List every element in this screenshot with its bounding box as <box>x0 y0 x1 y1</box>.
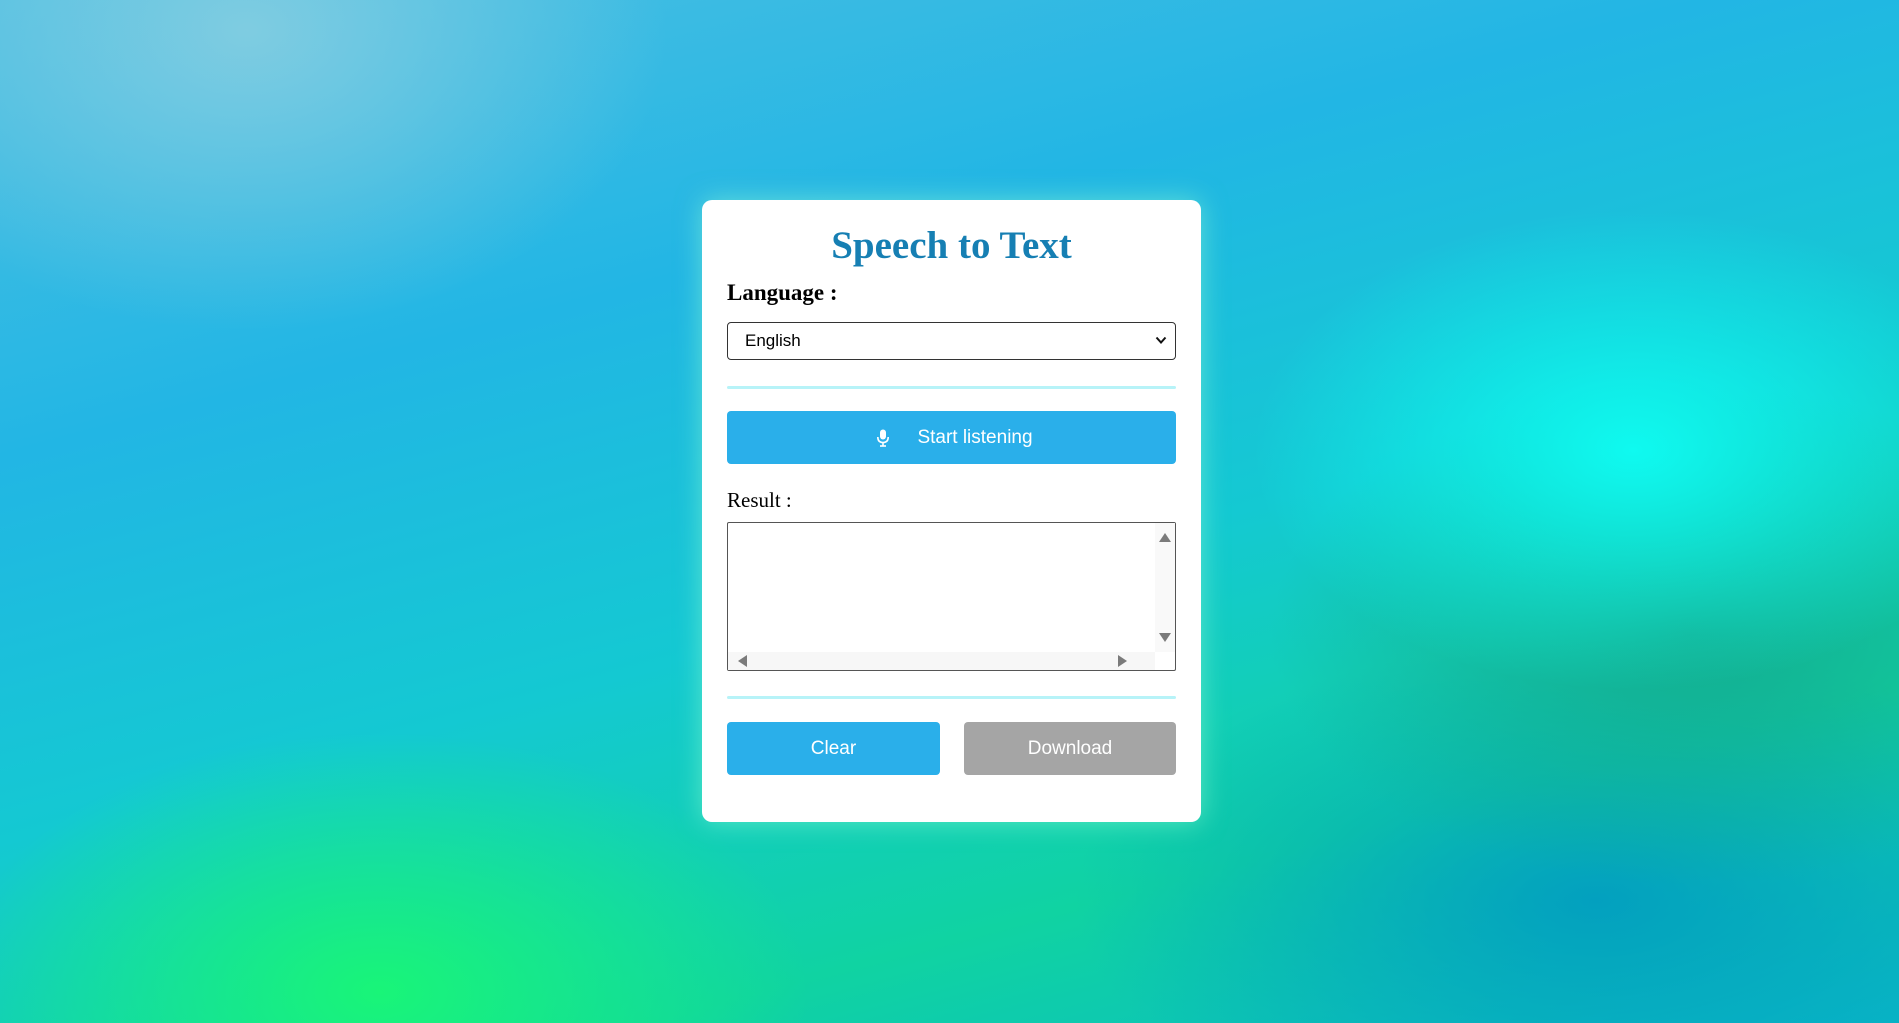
result-label: Result : <box>727 488 792 512</box>
microphone-icon <box>877 429 890 447</box>
chevron-down-icon <box>1155 336 1167 344</box>
scroll-up-arrow-icon[interactable] <box>1159 533 1171 542</box>
language-select-value: English <box>745 331 801 350</box>
speech-to-text-card: Speech to Text Language : English Start … <box>702 200 1201 822</box>
result-textarea[interactable] <box>727 522 1176 671</box>
scroll-down-arrow-icon[interactable] <box>1159 633 1171 642</box>
start-listening-label: Start listening <box>917 426 1033 448</box>
page-title: Speech to Text <box>831 224 1072 267</box>
vertical-scrollbar[interactable] <box>1155 523 1175 652</box>
action-buttons: Clear Download <box>727 722 1176 775</box>
clear-button[interactable]: Clear <box>727 722 940 775</box>
divider <box>727 386 1176 389</box>
scroll-left-arrow-icon[interactable] <box>738 655 747 667</box>
divider <box>727 696 1176 699</box>
horizontal-scrollbar[interactable] <box>728 652 1155 670</box>
scroll-right-arrow-icon[interactable] <box>1118 655 1127 667</box>
language-select[interactable]: English <box>727 322 1176 360</box>
language-label: Language : <box>727 280 838 305</box>
download-button[interactable]: Download <box>964 722 1176 775</box>
start-listening-button[interactable]: Start listening <box>727 411 1176 464</box>
